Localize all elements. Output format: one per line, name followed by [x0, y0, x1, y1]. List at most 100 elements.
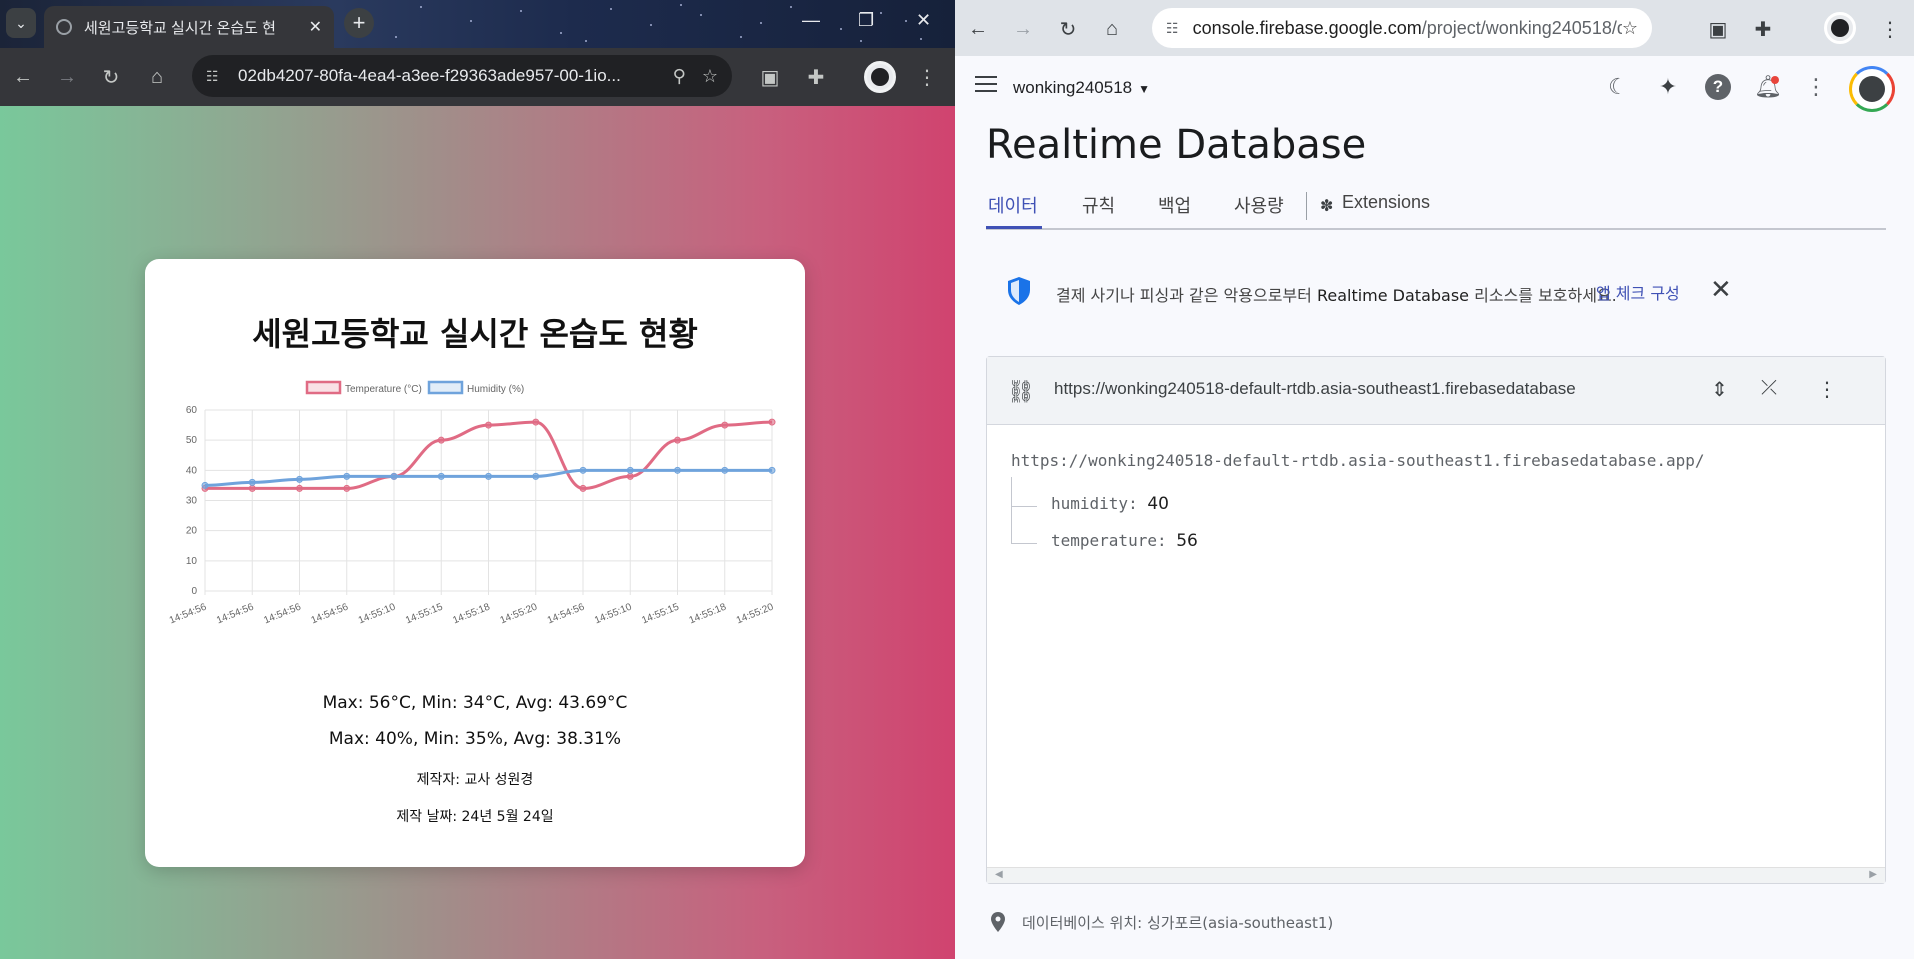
- collapse-all-icon[interactable]: ⤫: [1761, 377, 1777, 400]
- database-url[interactable]: https://wonking240518-default-rtdb.asia-…: [1054, 379, 1576, 399]
- tab-data[interactable]: 데이터: [988, 192, 1038, 218]
- picture-in-picture-icon[interactable]: ▣: [757, 64, 783, 90]
- home-icon[interactable]: ⌂: [144, 64, 170, 90]
- address-bar[interactable]: ☷ 02db4207-80fa-4ea4-a3ee-f29363ade957-0…: [192, 55, 732, 97]
- notifications-bell-icon[interactable]: 🔔︎: [1753, 72, 1783, 102]
- tab-rules[interactable]: 규칙: [1082, 192, 1115, 218]
- tree-node-humidity[interactable]: humidity: 40: [1051, 494, 1169, 514]
- more-options-icon[interactable]: ⋮: [1817, 377, 1837, 402]
- data-point: [485, 472, 492, 480]
- tab-usage[interactable]: 사용량: [1234, 192, 1284, 218]
- x-tick-label: 14:55:18: [451, 601, 492, 626]
- extensions-icon[interactable]: ✚: [803, 64, 829, 90]
- site-info-icon[interactable]: ☷: [206, 68, 228, 85]
- forward-icon[interactable]: →: [54, 64, 80, 90]
- left-browser-window: ⌄ 세원고등학교 실시간 온습도 현 ✕ + — ❐ ✕ ← → ↻ ⌂ ☷ 0…: [0, 0, 955, 959]
- browser-toolbar: ← → ↻ ⌂ ☷ console.firebase.google.com/pr…: [955, 0, 1914, 56]
- temperature-humidity-chart: 010203040506014:54:56 14:54:56 14:54:56 14:…: [168, 380, 776, 626]
- reload-icon[interactable]: ↻: [98, 64, 124, 90]
- data-point: [626, 472, 634, 480]
- tab-separator: [1306, 192, 1307, 220]
- back-icon[interactable]: ←: [965, 16, 991, 42]
- firebase-app-bar: wonking240518 ▼ ☾ ✦ ? 🔔︎ ⋮: [955, 56, 1914, 120]
- scroll-right-icon[interactable]: ▶: [1869, 869, 1877, 880]
- y-tick-label: 60: [186, 405, 198, 416]
- data-point: [296, 484, 303, 492]
- bookmark-star-icon[interactable]: ☆: [702, 66, 718, 87]
- more-menu-icon[interactable]: ⋮: [1877, 16, 1903, 42]
- active-tab[interactable]: 세원고등학교 실시간 온습도 현 ✕: [44, 6, 334, 48]
- reload-icon[interactable]: ↻: [1055, 16, 1081, 42]
- extensions-puzzle-icon: ✽: [1320, 198, 1334, 215]
- minimize-icon[interactable]: —: [802, 10, 820, 31]
- project-selector[interactable]: wonking240518 ▼: [1013, 78, 1150, 98]
- data-point: [721, 421, 729, 429]
- address-host: console.firebase.google.com: [1192, 17, 1422, 38]
- database-panel: ⛓ https://wonking240518-default-rtdb.asi…: [986, 356, 1886, 884]
- back-icon[interactable]: ←: [10, 64, 36, 90]
- browser-toolbar: ← → ↻ ⌂ ☷ 02db4207-80fa-4ea4-a3ee-f29363…: [0, 48, 955, 106]
- x-tick-label: 14:54:56: [546, 601, 587, 626]
- dark-mode-icon[interactable]: ☾: [1603, 72, 1633, 102]
- sparkle-icon[interactable]: ✦: [1653, 72, 1683, 102]
- data-point: [674, 436, 681, 444]
- legend-label: Temperature (°C): [345, 384, 422, 395]
- y-tick-label: 40: [186, 465, 198, 476]
- window-close-icon[interactable]: ✕: [916, 10, 931, 31]
- tab-strip: ⌄ 세원고등학교 실시간 온습도 현 ✕ + — ❐ ✕: [0, 0, 955, 48]
- extensions-icon[interactable]: ✚: [1750, 16, 1776, 42]
- profile-avatar[interactable]: [1824, 12, 1856, 44]
- close-icon[interactable]: ✕: [309, 17, 322, 37]
- banner-text-bold: Realtime Database: [1316, 286, 1470, 305]
- page-gradient-background: 세원고등학교 실시간 온습도 현황 0 10 20 30 40 50 60 14:54:56 1…: [0, 106, 955, 959]
- help-icon[interactable]: ?: [1705, 74, 1731, 100]
- menu-icon[interactable]: [975, 76, 997, 92]
- data-point: [626, 466, 634, 474]
- node-colon: :: [1156, 531, 1177, 550]
- picture-in-picture-icon[interactable]: ▣: [1705, 16, 1731, 42]
- page-title: Realtime Database: [986, 122, 1367, 168]
- more-menu-icon[interactable]: ⋮: [914, 64, 940, 90]
- user-avatar[interactable]: [1849, 66, 1895, 112]
- configure-app-check-link[interactable]: 앱 체크 구성: [1596, 280, 1680, 304]
- link-icon: ⛓: [1007, 379, 1035, 404]
- tab-backups[interactable]: 백업: [1158, 192, 1191, 218]
- date-text: 제작 날짜: 24년 5월 24일: [396, 809, 554, 825]
- x-tick-label: 14:54:56: [310, 601, 351, 626]
- root-node-url[interactable]: https://wonking240518-default-rtdb.asia-…: [1011, 451, 1705, 470]
- expand-all-icon[interactable]: ⇕: [1711, 377, 1728, 402]
- new-tab-button[interactable]: +: [344, 8, 374, 38]
- tab-extensions[interactable]: Extensions: [1342, 192, 1430, 213]
- home-icon[interactable]: ⌂: [1099, 16, 1125, 42]
- tree-node-temperature[interactable]: temperature: 56: [1051, 531, 1198, 551]
- legend-label: Humidity (%): [467, 384, 524, 395]
- x-tick-label: 14:55:15: [404, 601, 445, 626]
- y-tick-label: 0: [191, 586, 197, 597]
- data-point: [532, 472, 540, 480]
- profile-avatar[interactable]: [864, 61, 896, 93]
- address-bar[interactable]: ☷ console.firebase.google.com/project/wo…: [1152, 8, 1652, 48]
- database-header: ⛓ https://wonking240518-default-rtdb.asi…: [987, 357, 1885, 425]
- tree-line: [1011, 477, 1012, 543]
- notification-dot: [1771, 76, 1779, 84]
- data-point: [390, 472, 398, 480]
- data-point: [768, 466, 776, 474]
- data-point: [721, 466, 729, 474]
- tab-search-button[interactable]: ⌄: [6, 8, 36, 38]
- restore-icon[interactable]: ❐: [858, 10, 874, 31]
- legend-swatch: [427, 380, 464, 395]
- horizontal-scrollbar[interactable]: ◀ ▶: [987, 867, 1885, 883]
- scroll-left-icon[interactable]: ◀: [995, 869, 1003, 880]
- x-tick-label: 14:55:18: [688, 601, 729, 626]
- bookmark-star-icon[interactable]: ☆: [1622, 18, 1638, 39]
- database-location: 데이터베이스 위치: 싱가포르(asia-southeast1): [1022, 914, 1334, 932]
- y-tick-label: 10: [186, 556, 198, 567]
- app-check-banner: 결제 사기나 피싱과 같은 악용으로부터 Realtime Database 리…: [986, 262, 1886, 320]
- close-icon[interactable]: ✕: [1710, 274, 1732, 305]
- forward-icon[interactable]: →: [1010, 16, 1036, 42]
- more-options-icon[interactable]: ⋮: [1801, 72, 1831, 102]
- address-path: /project/wonking240518/d...: [1421, 17, 1622, 38]
- dashboard-card: 세원고등학교 실시간 온습도 현황 0 10 20 30 40 50 60 14:54:56 1…: [145, 259, 805, 867]
- site-info-icon[interactable]: ☷: [1166, 20, 1179, 37]
- zoom-icon[interactable]: ⚲: [673, 66, 686, 87]
